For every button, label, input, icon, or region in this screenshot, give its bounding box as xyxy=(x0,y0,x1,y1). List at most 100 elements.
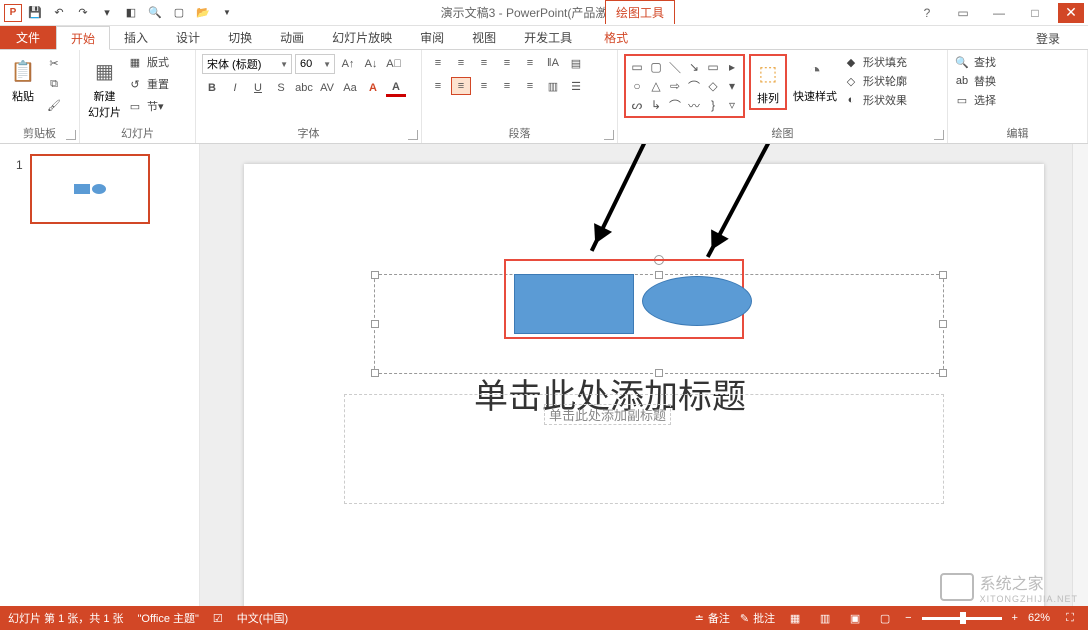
resize-handle[interactable] xyxy=(939,271,947,279)
paragraph-launcher-icon[interactable] xyxy=(604,130,614,140)
shape-rect-icon[interactable]: ▭ xyxy=(628,58,646,76)
new-slide-button[interactable]: ▦ 新建 幻灯片 xyxy=(86,54,123,122)
resize-handle[interactable] xyxy=(371,320,379,328)
app-icon[interactable]: P xyxy=(4,4,22,22)
open-icon[interactable]: 📂 xyxy=(192,2,214,24)
shape-more-icon[interactable]: ▾ xyxy=(723,77,741,95)
replace-button[interactable]: ab替换 xyxy=(954,73,1081,89)
reset-button[interactable]: ↺重置 xyxy=(127,76,169,92)
align-text-button[interactable]: ▤ xyxy=(566,54,586,72)
shape-rect-icon[interactable]: ▢ xyxy=(647,58,665,76)
zoom-level[interactable]: 62% xyxy=(1028,612,1050,624)
language-indicator[interactable]: 中文(中国) xyxy=(237,610,288,626)
clipboard-launcher-icon[interactable] xyxy=(66,130,76,140)
italic-button[interactable]: I xyxy=(225,79,245,97)
decrease-font-icon[interactable]: A↓ xyxy=(361,55,381,73)
zoom-out-button[interactable]: − xyxy=(905,612,911,624)
tab-transitions[interactable]: 切换 xyxy=(214,26,266,49)
save-icon[interactable]: 💾 xyxy=(24,2,46,24)
tab-review[interactable]: 审阅 xyxy=(406,26,458,49)
shape-line-icon[interactable]: ＼ xyxy=(666,58,684,76)
align-left-button[interactable]: ≡ xyxy=(428,77,448,95)
redo-icon[interactable]: ↷ xyxy=(72,2,94,24)
notes-button[interactable]: ≐ 备注 xyxy=(695,610,730,626)
maximize-icon[interactable]: □ xyxy=(1022,3,1048,23)
paste-button[interactable]: 📋 粘贴 xyxy=(6,54,40,106)
case-button[interactable]: Aa xyxy=(340,79,360,97)
resize-handle[interactable] xyxy=(939,369,947,377)
resize-handle[interactable] xyxy=(939,320,947,328)
clear-format-icon[interactable]: A⃠ xyxy=(384,55,404,73)
text-direction-button[interactable]: ‖A xyxy=(543,54,563,72)
distribute-button[interactable]: ≡ xyxy=(520,77,540,95)
rectangle-shape[interactable] xyxy=(514,274,634,334)
arrange-button[interactable]: ⬚ 排列 xyxy=(749,54,787,110)
ribbon-options-icon[interactable]: ▭ xyxy=(950,3,976,23)
line-spacing-button[interactable]: ≡ xyxy=(520,54,540,72)
slide[interactable]: 单击此处添加标题 单击此处添加副标题 xyxy=(244,164,1044,606)
fit-window-icon[interactable]: ⛶ xyxy=(1060,610,1080,626)
shape-connector-icon[interactable]: ↳ xyxy=(647,96,665,114)
quick-styles-button[interactable]: ◔ 快速样式 xyxy=(791,54,839,106)
minimize-icon[interactable]: — xyxy=(986,3,1012,23)
comments-button[interactable]: ✎ 批注 xyxy=(740,610,775,626)
qat-icon[interactable]: 🔍 xyxy=(144,2,166,24)
underline-button[interactable]: U xyxy=(248,79,268,97)
justify-button[interactable]: ≡ xyxy=(497,77,517,95)
shape-curve-icon[interactable]: ⌒ xyxy=(666,96,684,114)
increase-indent-button[interactable]: ≡ xyxy=(497,54,517,72)
shape-brace-icon[interactable]: } xyxy=(704,96,722,114)
strikethrough-button[interactable]: S xyxy=(271,79,291,97)
vertical-scrollbar[interactable] xyxy=(1072,144,1088,606)
sorter-view-icon[interactable]: ▥ xyxy=(815,610,835,626)
tab-slideshow[interactable]: 幻灯片放映 xyxy=(318,26,406,49)
tab-design[interactable]: 设计 xyxy=(162,26,214,49)
normal-view-icon[interactable]: ▦ xyxy=(785,610,805,626)
shadow-button[interactable]: abc xyxy=(294,79,314,97)
close-icon[interactable]: ✕ xyxy=(1058,3,1084,23)
columns-button[interactable]: ▥ xyxy=(543,77,563,95)
tab-file[interactable]: 文件 xyxy=(0,26,56,49)
subtitle-box[interactable] xyxy=(344,394,944,504)
shape-outline-button[interactable]: ◇形状轮廓 xyxy=(843,73,907,89)
increase-font-icon[interactable]: A↑ xyxy=(338,55,358,73)
shape-tri-icon[interactable]: △ xyxy=(647,77,665,95)
highlight-button[interactable]: A xyxy=(363,79,383,97)
align-center-button[interactable]: ≡ xyxy=(451,77,471,95)
find-button[interactable]: 🔍查找 xyxy=(954,54,1081,70)
zoom-slider[interactable] xyxy=(922,617,1002,620)
cut-icon[interactable]: ✂ xyxy=(44,54,64,72)
format-painter-icon[interactable]: 🖌 xyxy=(44,96,64,114)
shape-curve-icon[interactable]: ᔕ xyxy=(628,96,646,114)
qat-icon[interactable]: ▾ xyxy=(96,2,118,24)
tab-home[interactable]: 开始 xyxy=(56,26,110,50)
zoom-thumb[interactable] xyxy=(960,612,966,624)
decrease-indent-button[interactable]: ≡ xyxy=(474,54,494,72)
font-family-select[interactable]: 宋体 (标题)▼ xyxy=(202,54,292,74)
zoom-in-button[interactable]: + xyxy=(1012,612,1018,624)
login-link[interactable]: 登录 xyxy=(1028,26,1068,51)
shape-oval-icon[interactable]: ○ xyxy=(628,77,646,95)
smartart-button[interactable]: ☰ xyxy=(566,77,586,95)
font-size-select[interactable]: 60▼ xyxy=(295,54,335,74)
shape-more-icon[interactable]: ▿ xyxy=(723,96,741,114)
shapes-gallery[interactable]: ▭ ▢ ＼ ↘ ▭ ▸ ○ △ ⇨ ⌒ ◇ ▾ ᔕ ↳ ⌒ 〰 } ▿ xyxy=(624,54,745,118)
shape-effects-button[interactable]: ◐形状效果 xyxy=(843,92,907,108)
font-launcher-icon[interactable] xyxy=(408,130,418,140)
spacing-button[interactable]: AV xyxy=(317,79,337,97)
align-right-button[interactable]: ≡ xyxy=(474,77,494,95)
select-button[interactable]: ▭选择 xyxy=(954,92,1081,108)
tab-format[interactable]: 格式 xyxy=(590,26,642,49)
qat-icon[interactable]: ▢ xyxy=(168,2,190,24)
undo-icon[interactable]: ↶ xyxy=(48,2,70,24)
tab-animations[interactable]: 动画 xyxy=(266,26,318,49)
resize-handle[interactable] xyxy=(371,271,379,279)
shape-line-icon[interactable]: ↘ xyxy=(685,58,703,76)
font-color-button[interactable]: A xyxy=(386,79,406,97)
bullets-button[interactable]: ≡ xyxy=(428,54,448,72)
layout-button[interactable]: ▦版式 xyxy=(127,54,169,70)
slide-thumbnail-1[interactable]: 1 xyxy=(30,154,150,224)
bold-button[interactable]: B xyxy=(202,79,222,97)
help-icon[interactable]: ? xyxy=(914,3,940,23)
numbering-button[interactable]: ≡ xyxy=(451,54,471,72)
